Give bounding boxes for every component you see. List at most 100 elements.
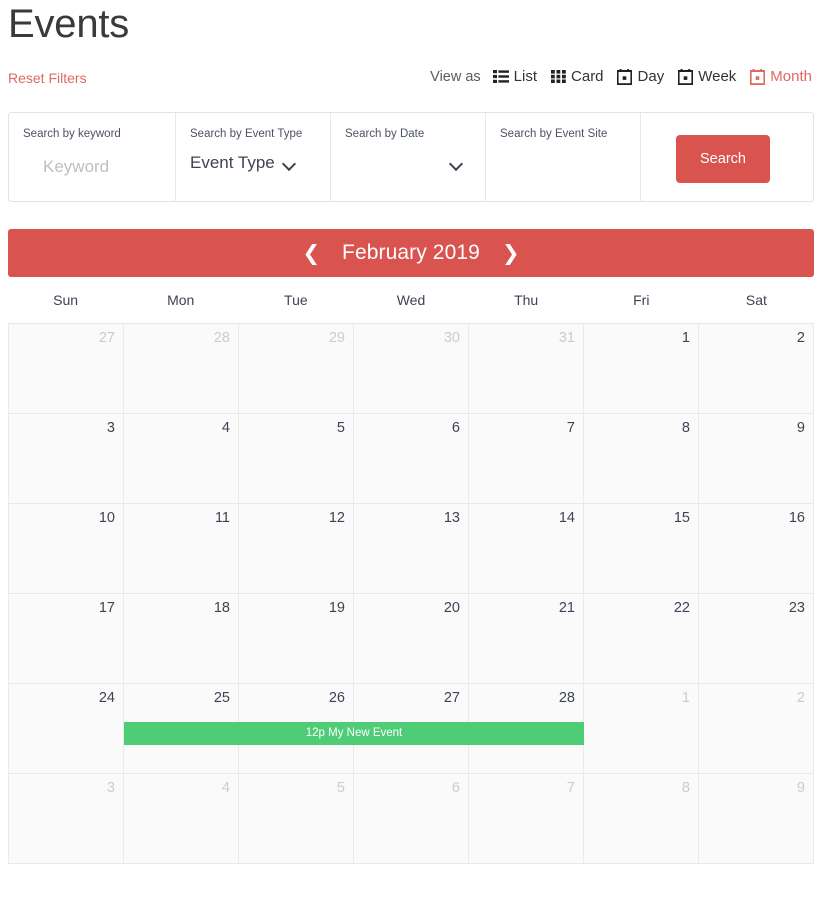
view-option-day[interactable]: Day <box>617 68 665 85</box>
calendar-day-cell[interactable]: 3 <box>9 414 124 504</box>
calendar-day-cell[interactable]: 6 <box>354 414 469 504</box>
view-option-month-label: Month <box>770 68 812 85</box>
calendar-day-number: 4 <box>221 780 230 796</box>
view-option-card[interactable]: Card <box>550 68 604 85</box>
calendar-day-cell[interactable]: 10 <box>9 504 124 594</box>
calendar-day-cell[interactable]: 6 <box>354 774 469 864</box>
calendar-day-cell[interactable]: 23 <box>699 594 814 684</box>
filter-date-label: Search by Date <box>345 128 425 140</box>
filter-event-site[interactable]: Search by Event Site <box>486 113 641 201</box>
events-page: Events Reset Filters View as List Card D… <box>0 0 822 918</box>
calendar-day-cell[interactable]: 7 <box>469 774 584 864</box>
calendar-day-cell[interactable]: 7 <box>469 414 584 504</box>
calendar-day-cell[interactable]: 2 <box>699 684 814 774</box>
calendar-day-number: 1 <box>681 690 690 706</box>
search-button[interactable]: Search <box>676 135 770 183</box>
weekday-header-mon: Mon <box>167 292 195 308</box>
calendar-day-number: 9 <box>796 420 805 436</box>
calendar: Sun Mon Tue Wed Thu Fri Sat 27 28 29 30 31 1 2 3 4 5 6 7 8… <box>8 277 814 864</box>
calendar-week-icon <box>677 68 693 85</box>
calendar-day-cell[interactable]: 28 <box>124 324 239 414</box>
filter-search-cell: Search <box>641 113 813 201</box>
calendar-day-cell[interactable]: 8 <box>584 414 699 504</box>
calendar-day-cell[interactable]: 14 <box>469 504 584 594</box>
view-option-week[interactable]: Week <box>677 68 736 85</box>
calendar-week-row: 3 4 5 6 7 8 9 <box>9 774 814 864</box>
calendar-day-cell[interactable]: 5 <box>239 774 354 864</box>
calendar-day-cell[interactable]: 31 <box>469 324 584 414</box>
calendar-week-row: 10 11 12 13 14 15 16 <box>9 504 814 594</box>
calendar-day-cell[interactable]: 3 <box>9 774 124 864</box>
filter-date[interactable]: Search by Date <box>331 113 486 201</box>
view-option-card-label: Card <box>571 68 604 85</box>
filter-keyword-label: Search by keyword <box>23 128 121 140</box>
month-nav-bar: ❮ February 2019 ❯ <box>8 229 814 277</box>
weekday-header-sun: Sun <box>53 292 79 308</box>
filter-event-type[interactable]: Search by Event Type Event Type <box>176 113 331 201</box>
calendar-day-number: 31 <box>558 330 575 346</box>
calendar-day-number: 27 <box>443 690 460 706</box>
calendar-day-number: 19 <box>328 600 345 616</box>
next-month-button[interactable]: ❯ <box>502 242 520 264</box>
filter-bar: Search by keyword Search by Event Type E… <box>8 112 814 202</box>
calendar-day-cell[interactable]: 8 <box>584 774 699 864</box>
calendar-day-cell[interactable]: 4 <box>124 414 239 504</box>
chevron-down-icon <box>283 159 296 167</box>
calendar-day-number: 5 <box>336 780 345 796</box>
view-option-list[interactable]: List <box>492 68 537 85</box>
calendar-day-cell[interactable]: 9 <box>699 414 814 504</box>
calendar-day-cell[interactable]: 17 <box>9 594 124 684</box>
view-as-label: View as <box>430 68 481 85</box>
calendar-week-row: 3 4 5 6 7 8 9 <box>9 414 814 504</box>
calendar-day-cell[interactable]: 11 <box>124 504 239 594</box>
calendar-day-number: 18 <box>213 600 230 616</box>
calendar-day-cell[interactable]: 27 <box>9 324 124 414</box>
calendar-day-number: 30 <box>443 330 460 346</box>
filter-event-type-value[interactable]: Event Type <box>190 153 316 173</box>
calendar-day-number: 3 <box>106 420 115 436</box>
calendar-day-number: 23 <box>788 600 805 616</box>
calendar-day-cell[interactable]: 21 <box>469 594 584 684</box>
calendar-day-cell[interactable]: 1 <box>584 324 699 414</box>
calendar-day-cell[interactable]: 1 <box>584 684 699 774</box>
calendar-day-number: 26 <box>328 690 345 706</box>
calendar-day-number: 11 <box>214 510 230 526</box>
calendar-day-number: 24 <box>98 690 115 706</box>
calendar-event-bar[interactable]: 12p My New Event <box>124 722 584 745</box>
calendar-day-number: 22 <box>673 600 690 616</box>
calendar-day-cell[interactable]: 15 <box>584 504 699 594</box>
calendar-day-number: 21 <box>558 600 575 616</box>
calendar-day-cell[interactable]: 5 <box>239 414 354 504</box>
search-keyword-input[interactable] <box>43 157 173 177</box>
calendar-day-cell[interactable]: 24 <box>9 684 124 774</box>
calendar-day-number: 12 <box>328 510 345 526</box>
calendar-day-cell[interactable]: 9 <box>699 774 814 864</box>
calendar-day-number: 28 <box>558 690 575 706</box>
calendar-weekday-header: Sun Mon Tue Wed Thu Fri Sat <box>8 277 814 323</box>
view-option-month[interactable]: Month <box>749 68 812 85</box>
calendar-day-cell[interactable]: 13 <box>354 504 469 594</box>
reset-filters-link[interactable]: Reset Filters <box>8 70 87 86</box>
calendar-day-cell[interactable]: 20 <box>354 594 469 684</box>
view-option-day-label: Day <box>637 68 665 85</box>
calendar-day-number: 27 <box>98 330 115 346</box>
calendar-day-cell[interactable]: 19 <box>239 594 354 684</box>
weekday-header-tue: Tue <box>284 292 308 308</box>
calendar-day-cell[interactable]: 4 <box>124 774 239 864</box>
chevron-down-icon[interactable] <box>450 159 463 167</box>
calendar-day-cell[interactable]: 16 <box>699 504 814 594</box>
calendar-grid: 27 28 29 30 31 1 2 3 4 5 6 7 8 9 10 11 12 13 14 15 16 17 18 19 2… <box>8 323 814 864</box>
calendar-week-row: 27 28 29 30 31 1 2 <box>9 324 814 414</box>
calendar-day-number: 1 <box>681 330 690 346</box>
weekday-header-wed: Wed <box>396 292 426 308</box>
calendar-day-cell[interactable]: 29 <box>239 324 354 414</box>
prev-month-button[interactable]: ❮ <box>302 242 320 264</box>
calendar-day-cell[interactable]: 2 <box>699 324 814 414</box>
filter-keyword[interactable]: Search by keyword <box>9 113 176 201</box>
calendar-day-cell[interactable]: 30 <box>354 324 469 414</box>
calendar-day-number: 4 <box>221 420 230 436</box>
calendar-day-number: 8 <box>681 420 690 436</box>
calendar-day-cell[interactable]: 22 <box>584 594 699 684</box>
calendar-day-cell[interactable]: 18 <box>124 594 239 684</box>
calendar-day-cell[interactable]: 12 <box>239 504 354 594</box>
